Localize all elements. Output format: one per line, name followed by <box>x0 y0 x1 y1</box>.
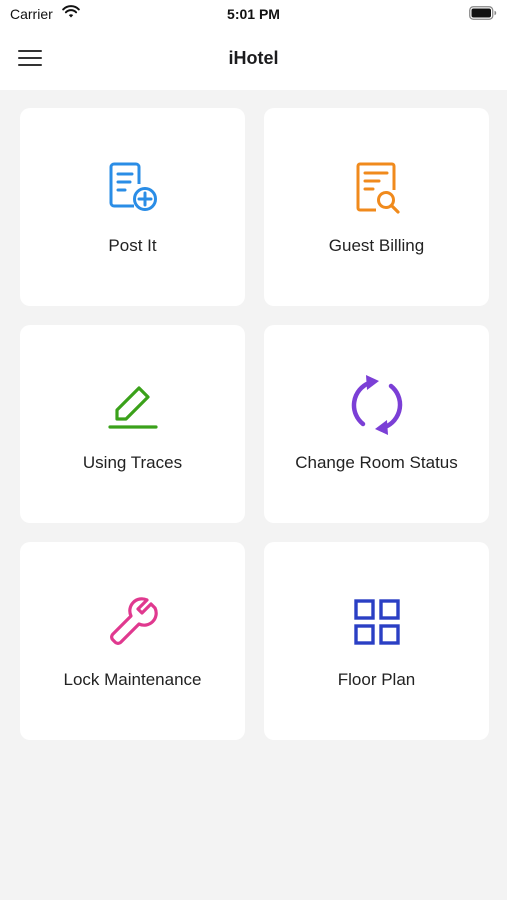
page-title: iHotel <box>228 48 279 68</box>
tile-label: Lock Maintenance <box>63 670 202 689</box>
lock-maintenance-tile[interactable]: Lock Maintenance <box>20 542 245 740</box>
grid-icon <box>345 590 409 654</box>
edit-pencil-icon <box>101 373 165 437</box>
wrench-icon <box>101 590 165 654</box>
battery-icon <box>469 6 497 25</box>
navigation-bar: iHotel <box>0 30 507 90</box>
change-room-status-tile[interactable]: Change Room Status <box>264 325 489 523</box>
using-traces-tile[interactable]: Using Traces <box>20 325 245 523</box>
refresh-arrows-icon <box>345 373 409 437</box>
guest-billing-tile[interactable]: Guest Billing <box>264 108 489 306</box>
tile-label: Post It <box>108 236 157 255</box>
status-time: 5:01 PM <box>227 6 280 22</box>
status-bar: Carrier 5:01 PM <box>0 0 507 30</box>
tile-label: Using Traces <box>82 453 183 472</box>
feature-grid: Post It Guest Billing Using Traces Chang… <box>20 108 489 740</box>
post-it-tile[interactable]: Post It <box>20 108 245 306</box>
tile-label: Change Room Status <box>295 453 458 472</box>
document-add-icon <box>101 156 165 220</box>
document-search-icon <box>345 156 409 220</box>
tile-label: Floor Plan <box>337 670 416 689</box>
floor-plan-tile[interactable]: Floor Plan <box>264 542 489 740</box>
tile-label: Guest Billing <box>328 236 425 255</box>
